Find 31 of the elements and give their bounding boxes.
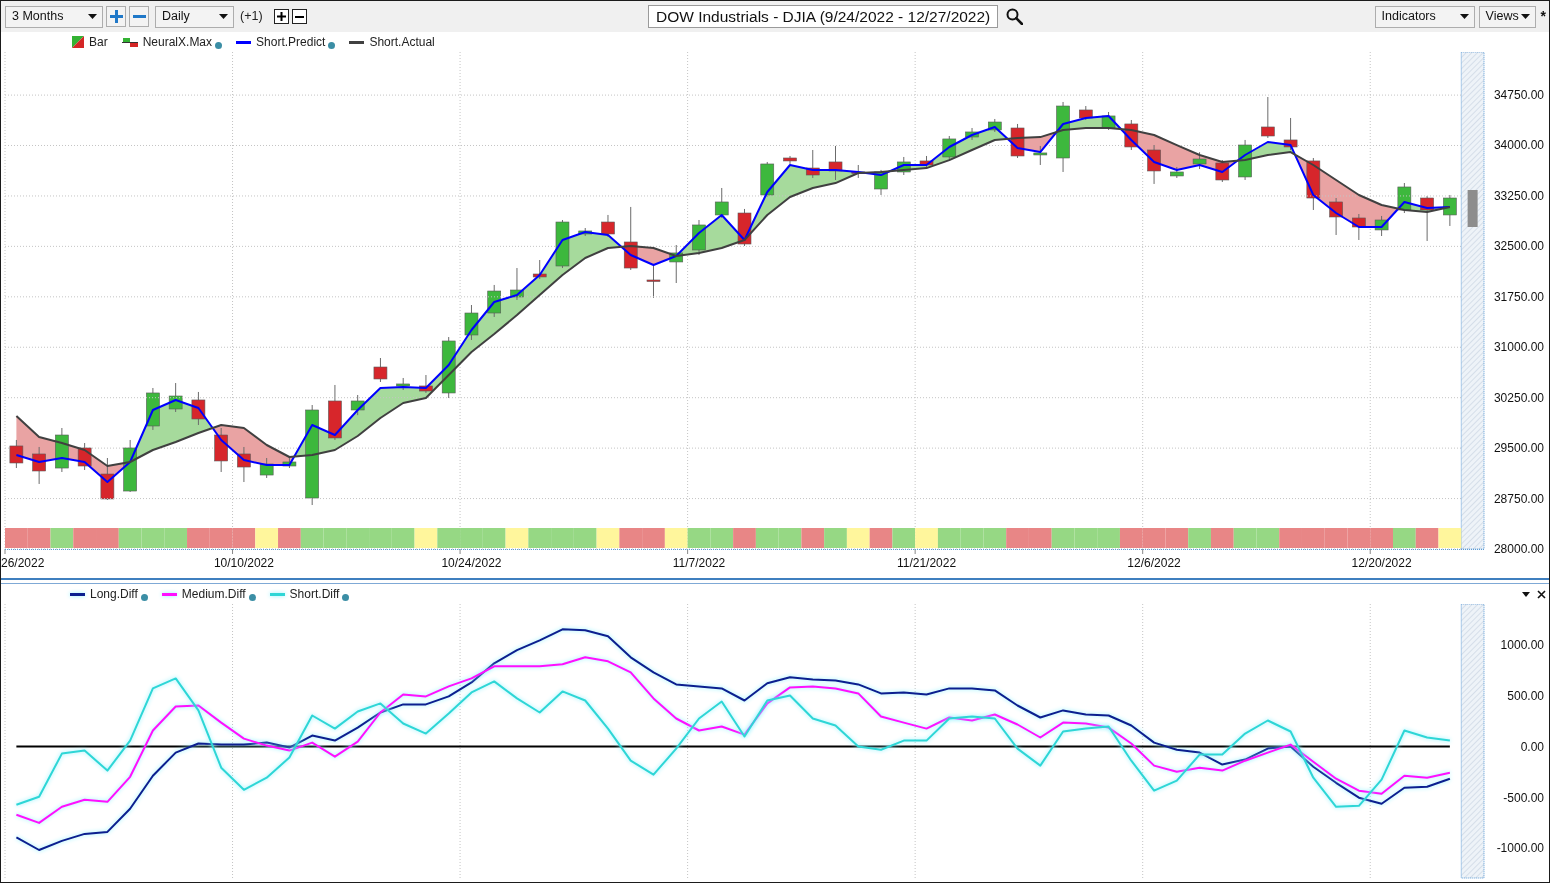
legend-label: Long.Diff <box>90 586 138 603</box>
price-axis-label: 34000.00 <box>1493 138 1544 153</box>
legend-label: Bar <box>89 34 108 51</box>
value-axis-label: 1000.00 <box>1500 637 1544 652</box>
step-label: (+1) <box>240 8 263 26</box>
modified-marker: * <box>1540 7 1546 26</box>
price-axis-label: 34750.00 <box>1493 88 1544 103</box>
legend-label: Short.Predict <box>256 34 326 51</box>
legend-label: Short.Diff <box>289 586 340 603</box>
price-axis-label: 28000.00 <box>1493 542 1544 556</box>
value-axis-label: 500.00 <box>1507 688 1544 703</box>
date-axis-label: 10/10/2022 <box>213 556 274 570</box>
price-axis-label: 28750.00 <box>1493 491 1544 506</box>
date-axis-label: 12/20/2022 <box>1351 556 1412 570</box>
legend-label: NeuralX.Max <box>142 34 213 51</box>
price-axis-label: 31000.00 <box>1493 340 1544 355</box>
price-axis-label: 32500.00 <box>1493 239 1544 254</box>
price-axis-label: 33250.00 <box>1493 188 1544 203</box>
legend-label: Medium.Diff <box>181 586 246 603</box>
date-axis-label: 11/7/2022 <box>672 556 726 570</box>
value-axis-label: 0.00 <box>1520 739 1544 754</box>
price-axis-label: 29500.00 <box>1493 441 1544 456</box>
value-axis-label: -500.00 <box>1503 790 1544 805</box>
date-axis-label: 26/2022 <box>1 556 45 570</box>
date-axis-label: 11/21/2022 <box>896 556 957 570</box>
date-axis-label: 12/6/2022 <box>1127 556 1181 570</box>
date-axis-label: 10/24/2022 <box>441 556 502 570</box>
price-axis-label: 30250.00 <box>1493 390 1544 405</box>
price-axis-label: 31750.00 <box>1493 289 1544 304</box>
value-axis-label: -1000.00 <box>1496 841 1544 856</box>
legend-label: Short.Actual <box>369 34 435 51</box>
